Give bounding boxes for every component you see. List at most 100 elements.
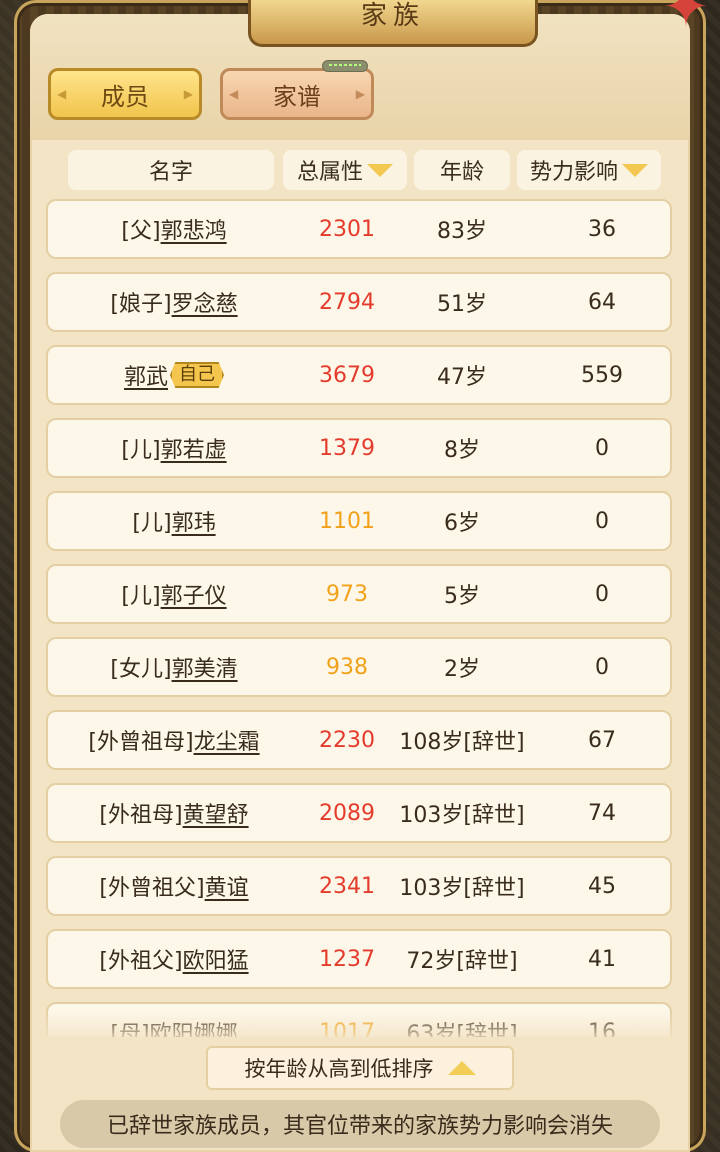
member-name-cell: [父] 郭悲鸿 (48, 201, 300, 257)
close-star-icon[interactable]: ✦ (658, 0, 714, 36)
tab-members-label: 成员 (101, 82, 149, 111)
table-row[interactable]: [外曾祖母] 龙尘霜 2230 108岁[辞世] 67 (46, 710, 672, 770)
sort-by-age-button[interactable]: 按年龄从高到低排序 (206, 1046, 514, 1090)
table-row[interactable]: [女儿] 郭美清 938 2岁 0 (46, 637, 672, 697)
member-influence: 0 (595, 435, 609, 461)
member-name-cell: [儿] 郭子仪 (48, 566, 300, 622)
member-age: 63岁[辞世] (406, 1022, 518, 1037)
member-influence: 0 (595, 508, 609, 534)
table-row[interactable]: [外曾祖父] 黄谊 2341 103岁[辞世] 45 (46, 856, 672, 916)
member-name-cell: [母] 欧阳娜娜 (48, 1004, 300, 1037)
sort-down-icon (367, 163, 393, 177)
member-influence: 36 (588, 216, 616, 242)
member-name-cell: [女儿] 郭美清 (48, 639, 300, 695)
member-age: 6岁 (444, 511, 480, 536)
table-row[interactable]: [儿] 郭若虚 1379 8岁 0 (46, 418, 672, 478)
member-name-link[interactable]: 郭武 (124, 359, 168, 391)
tab-deco-right-icon: ▶ (355, 87, 365, 101)
member-name-link[interactable]: 龙尘霜 (194, 724, 260, 756)
member-total-attr: 1017 (319, 1019, 375, 1038)
member-total-attr: 973 (326, 581, 368, 607)
member-name-link[interactable]: 欧阳娜娜 (150, 1016, 238, 1037)
member-total-attr: 3679 (319, 362, 375, 388)
tab-deco-left-icon: ◀ (229, 87, 239, 101)
member-total-attr: 2794 (319, 289, 375, 315)
member-name-link[interactable]: 黄谊 (205, 870, 249, 902)
column-header-total-attr[interactable]: 总属性 (283, 150, 407, 190)
page-title: 家族 (360, 0, 425, 31)
member-age: 2岁 (444, 657, 480, 682)
member-name-cell: [外祖母] 黄望舒 (48, 785, 300, 841)
member-name-link[interactable]: 郭若虚 (161, 432, 227, 464)
member-relation: [母] (110, 1022, 150, 1037)
member-name-cell: [儿] 郭玮 (48, 493, 300, 549)
member-name-cell: [外曾祖母] 龙尘霜 (48, 712, 300, 768)
member-name-link[interactable]: 罗念慈 (172, 286, 238, 318)
column-header-influence[interactable]: 势力影响 (517, 150, 661, 190)
member-influence: 16 (588, 1019, 616, 1038)
member-list[interactable]: [父] 郭悲鸿 2301 83岁 36 [娘子] 罗念慈 2794 51岁 64 郭武 自己 3679 4… (46, 199, 672, 1037)
tab-family-tree[interactable]: ◀ 家谱 ▶ (220, 68, 374, 120)
member-total-attr: 2230 (319, 727, 375, 753)
member-total-attr: 1237 (319, 946, 375, 972)
member-relation: [儿] (132, 511, 172, 536)
table-row[interactable]: [娘子] 罗念慈 2794 51岁 64 (46, 272, 672, 332)
member-relation: [女儿] (110, 657, 172, 682)
member-relation: [娘子] (110, 292, 172, 317)
self-badge: 自己 (170, 362, 224, 388)
member-age: 72岁[辞世] (406, 949, 518, 974)
member-influence: 559 (581, 362, 623, 388)
member-name-link[interactable]: 郭悲鸿 (161, 213, 227, 245)
member-total-attr: 1379 (319, 435, 375, 461)
deceased-notice: 已辞世家族成员，其官位带来的家族势力影响会消失 (60, 1100, 660, 1148)
member-name-link[interactable]: 欧阳猛 (183, 943, 249, 975)
member-total-attr: 938 (326, 654, 368, 680)
member-influence: 74 (588, 800, 616, 826)
member-influence: 0 (595, 581, 609, 607)
table-row[interactable]: [外祖父] 欧阳猛 1237 72岁[辞世] 41 (46, 929, 672, 989)
member-relation: [儿] (121, 584, 161, 609)
member-name-cell: [娘子] 罗念慈 (48, 274, 300, 330)
member-relation: [儿] (121, 438, 161, 463)
member-total-attr: 2301 (319, 216, 375, 242)
member-name-link[interactable]: 郭美清 (172, 651, 238, 683)
sort-down-icon (622, 163, 648, 177)
member-influence: 45 (588, 873, 616, 899)
sort-up-icon (447, 1061, 476, 1075)
member-influence: 41 (588, 946, 616, 972)
tab-members[interactable]: ◀ 成员 ▶ (48, 68, 202, 120)
member-relation: [外曾祖母] (88, 730, 194, 755)
member-name-cell: [外祖父] 欧阳猛 (48, 931, 300, 987)
tab-deco-left-icon: ◀ (57, 87, 67, 101)
member-relation: [父] (121, 219, 161, 244)
member-influence: 64 (588, 289, 616, 315)
member-name-cell: [外曾祖父] 黄谊 (48, 858, 300, 914)
column-header-name: 名字 (68, 150, 274, 190)
member-age: 103岁[辞世] (399, 876, 525, 901)
member-name-link[interactable]: 黄望舒 (183, 797, 249, 829)
member-name-cell: [儿] 郭若虚 (48, 420, 300, 476)
member-total-attr: 2341 (319, 873, 375, 899)
table-row[interactable]: [外祖母] 黄望舒 2089 103岁[辞世] 74 (46, 783, 672, 843)
member-relation: [外祖父] (99, 949, 183, 974)
title-plate: 家族 (248, 0, 538, 47)
member-name-link[interactable]: 郭子仪 (161, 578, 227, 610)
table-row[interactable]: [母] 欧阳娜娜 1017 63岁[辞世] 16 (46, 1002, 672, 1037)
member-age: 103岁[辞世] (399, 803, 525, 828)
column-header-age: 年龄 (414, 150, 510, 190)
table-row[interactable]: [父] 郭悲鸿 2301 83岁 36 (46, 199, 672, 259)
member-name-cell: 郭武 自己 (48, 347, 300, 403)
member-total-attr: 1101 (319, 508, 375, 534)
member-age: 8岁 (444, 438, 480, 463)
member-relation: [外曾祖父] (99, 876, 205, 901)
member-age: 51岁 (437, 292, 487, 317)
member-name-link[interactable]: 郭玮 (172, 505, 216, 537)
member-age: 5岁 (444, 584, 480, 609)
notification-pill-icon (322, 60, 368, 72)
member-age: 47岁 (437, 365, 487, 390)
member-total-attr: 2089 (319, 800, 375, 826)
table-row[interactable]: [儿] 郭子仪 973 5岁 0 (46, 564, 672, 624)
table-row[interactable]: 郭武 自己 3679 47岁 559 (46, 345, 672, 405)
member-age: 108岁[辞世] (399, 730, 525, 755)
table-row[interactable]: [儿] 郭玮 1101 6岁 0 (46, 491, 672, 551)
